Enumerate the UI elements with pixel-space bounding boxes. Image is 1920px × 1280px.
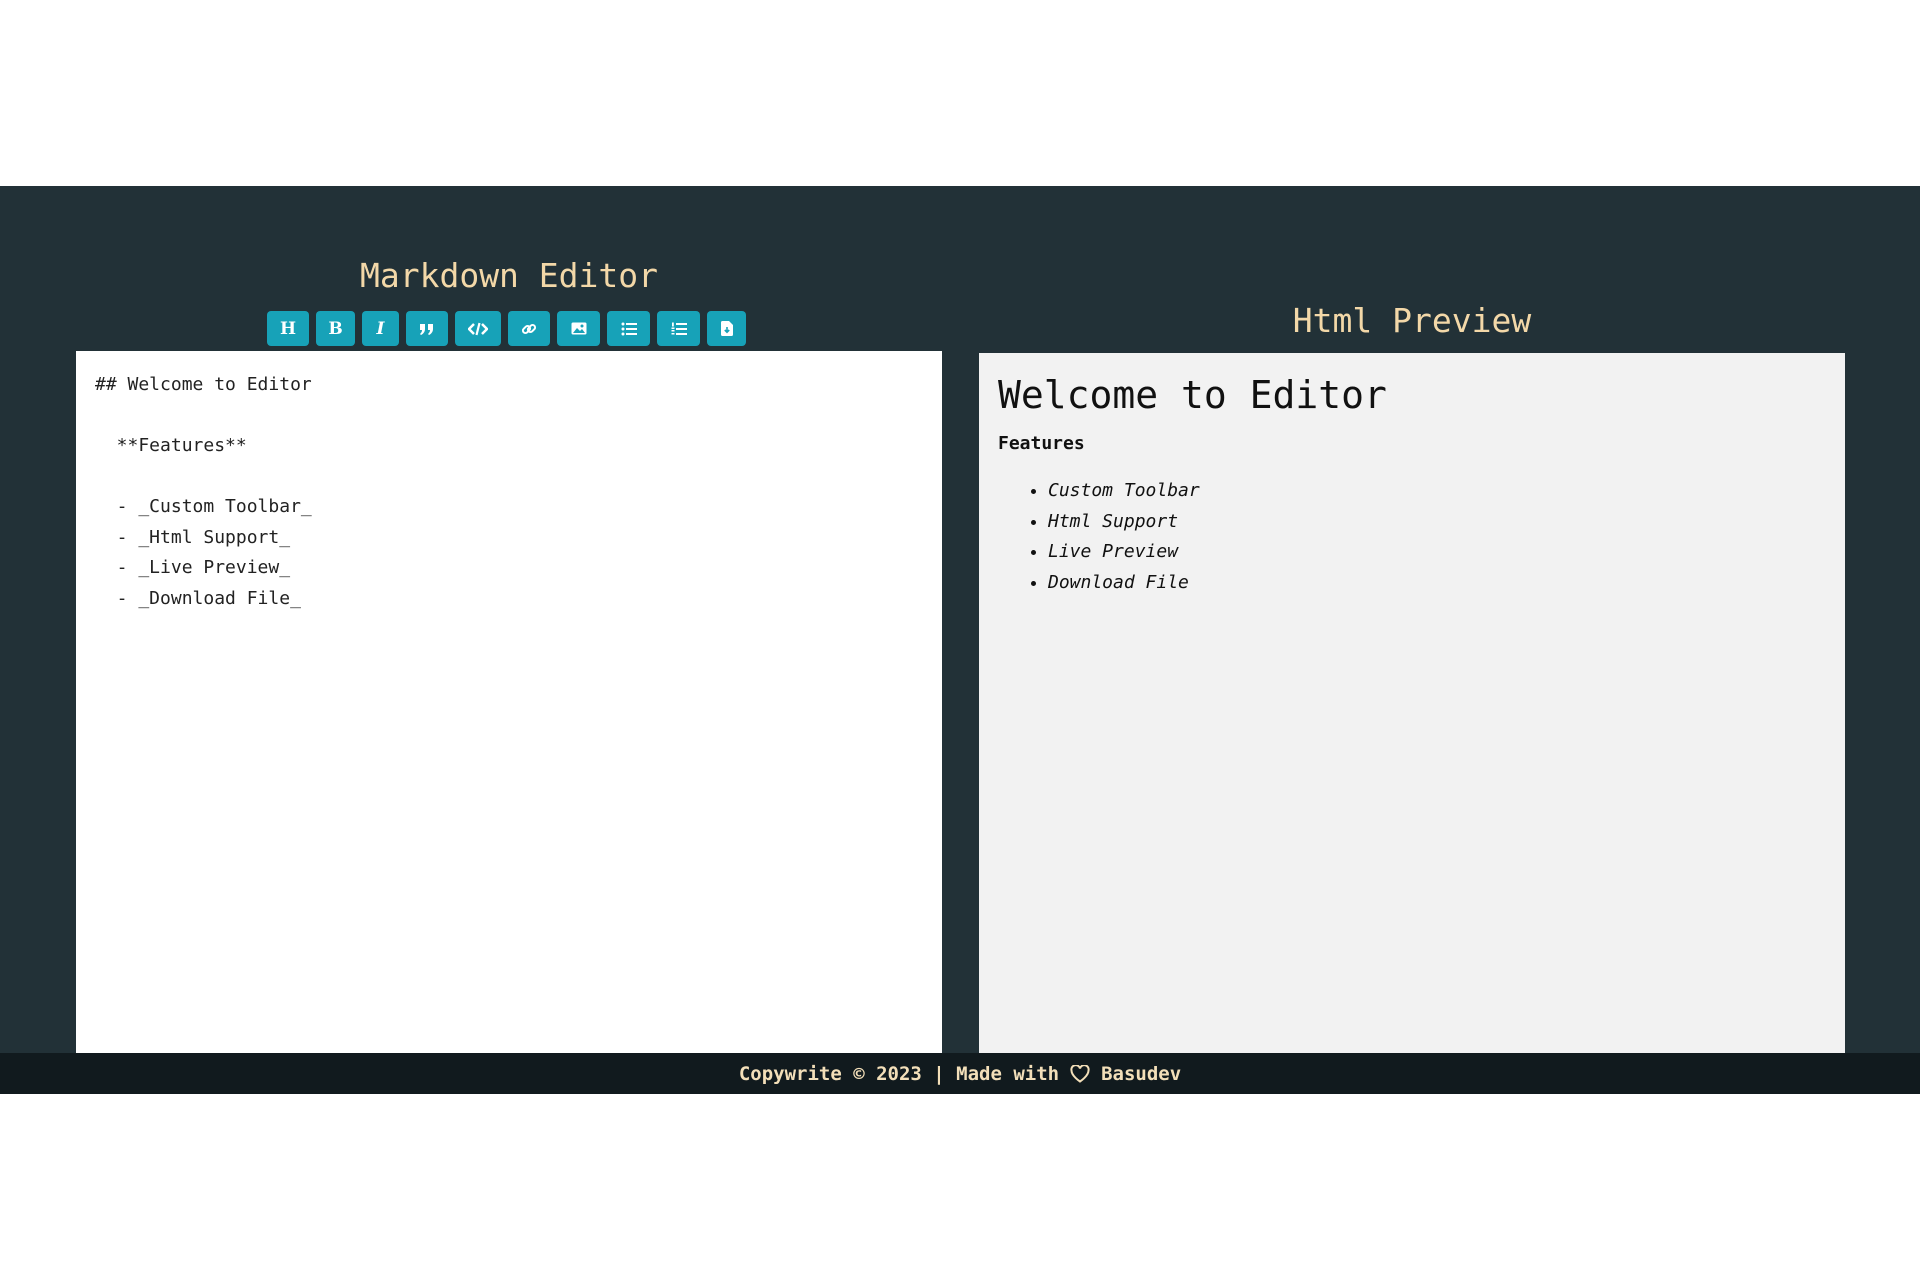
list-item: Custom Toolbar [1048,476,1826,507]
editor-line: - _Download File_ [95,587,301,609]
heading-icon: H [279,318,297,339]
quote-icon [419,322,435,336]
footer-copyright: Copywrite © 2023 | Made with [738,1062,1060,1085]
download-button[interactable] [707,311,746,346]
italic-icon: I [376,318,385,339]
image-icon [571,322,587,335]
bold-button[interactable]: B [316,311,355,346]
quote-button[interactable] [406,311,448,346]
footer: Copywrite © 2023 | Made with Basudev [0,1053,1920,1094]
preview-strong-text: Features [998,433,1085,454]
image-button[interactable] [557,311,600,346]
editor-line: **Features** [95,435,247,456]
heart-icon [1069,1063,1091,1085]
editor-line: ## Welcome to Editor [95,374,312,395]
editor-line: - _Html Support_ [95,526,291,548]
editor-title: Markdown Editor [359,256,658,295]
bold-icon: B [328,318,343,339]
unordered-list-button[interactable] [607,311,650,346]
editor-line: - _Live Preview_ [95,557,291,578]
html-preview: Welcome to Editor Features Custom Toolba… [979,353,1845,1053]
ordered-list-button[interactable] [657,311,700,346]
preview-title: Html Preview [1292,301,1532,340]
link-icon [521,321,537,337]
preview-heading: Welcome to Editor [998,373,1387,417]
footer-author: Basudev [1101,1062,1182,1085]
app-container: Markdown Editor H B I ## Welcome to Edit… [0,186,1920,1054]
code-button[interactable] [455,311,501,346]
code-icon [468,322,488,336]
link-button[interactable] [508,311,550,346]
markdown-textarea[interactable]: ## Welcome to Editor **Features** - _Cus… [76,351,942,1053]
list-ol-icon [671,322,687,336]
list-item: Download File [1048,568,1826,599]
list-item: Live Preview [1048,537,1826,568]
preview-list: Custom Toolbar Html Support Live Preview… [998,476,1826,598]
editor-toolbar: H B I [267,311,746,346]
heading-button[interactable]: H [267,311,309,346]
editor-line: - _Custom Toolbar_ [95,496,312,517]
italic-button[interactable]: I [362,311,399,346]
file-download-icon [720,321,733,336]
list-item: Html Support [1048,507,1826,538]
list-ul-icon [621,322,637,336]
